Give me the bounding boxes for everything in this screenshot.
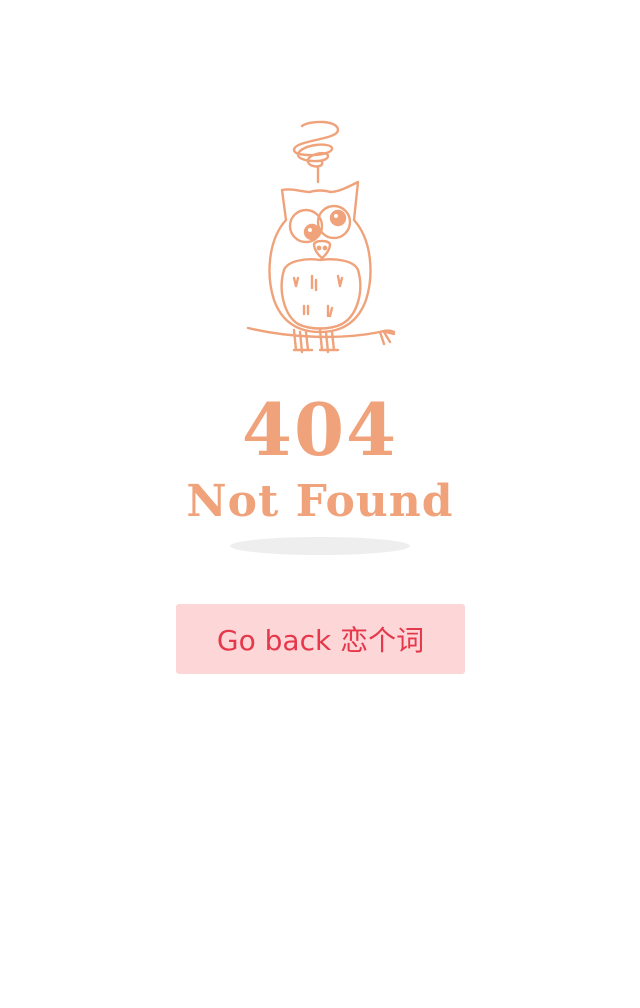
error-code: 404 (241, 387, 399, 472)
error-message: Not Found (186, 476, 454, 527)
go-back-button[interactable]: Go back 恋个词 (176, 604, 465, 674)
illustration-shadow (230, 537, 410, 555)
not-found-page: 404 Not Found Go back 恋个词 (0, 0, 640, 1008)
confused-owl-illustration (230, 110, 410, 360)
